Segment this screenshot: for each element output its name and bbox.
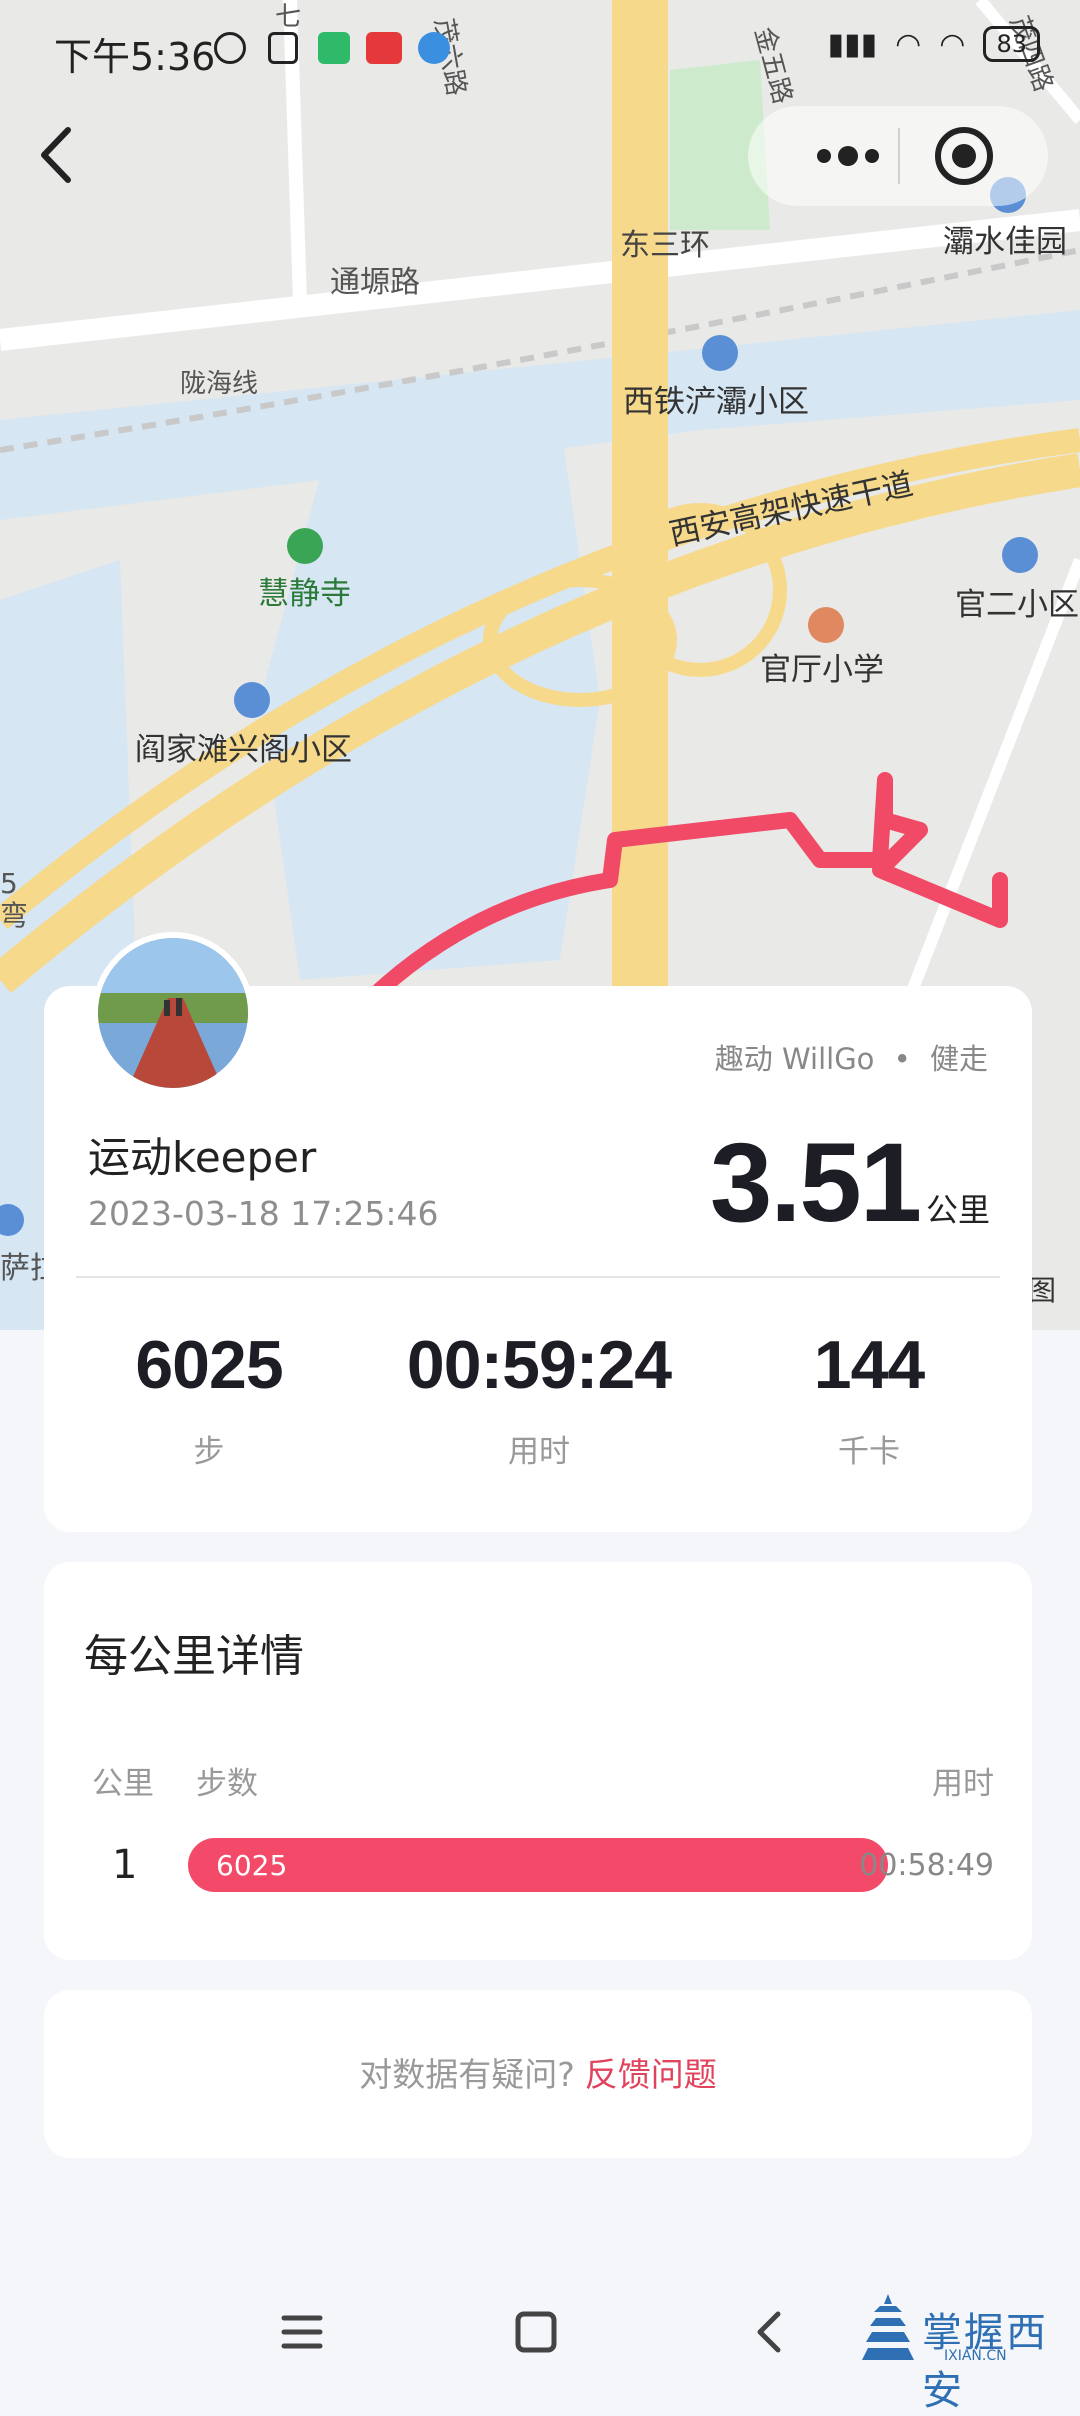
calendar-icon	[268, 32, 298, 64]
news-app-icon	[366, 32, 402, 64]
separator-dot: •	[893, 1042, 911, 1076]
stat-label: 千卡	[838, 1434, 900, 1470]
steps-bar: 6025	[188, 1838, 888, 1892]
stat-calories: 144 千卡	[704, 1326, 1034, 1471]
close-miniprogram-icon[interactable]	[930, 122, 998, 190]
distance-unit: 公里	[925, 1191, 990, 1229]
stat-label: 步	[193, 1434, 225, 1470]
workout-summary-card: 趣动 WillGo • 健走 运动keeper 2023-03-18 17:25…	[44, 932, 1034, 1532]
feedback-card: 对数据有疑问? 反馈问题	[44, 1990, 1032, 2158]
map-label: 慧静寺	[258, 576, 351, 612]
plane-app-icon	[418, 32, 450, 64]
alarm-icon	[214, 32, 246, 64]
distance: 3.51 公里	[710, 1118, 990, 1247]
stat-steps: 6025 步	[44, 1326, 374, 1471]
workout-datetime: 2023-03-18 17:25:46	[88, 1194, 439, 1233]
signal-icon: ▮▮▮	[827, 26, 878, 62]
shield-app-icon	[318, 32, 350, 64]
watermark: 掌握西安 IXIAN.CN	[860, 2290, 1060, 2414]
map-label: 灞水佳园	[943, 224, 1067, 260]
capsule-divider	[898, 128, 900, 184]
more-icon[interactable]	[778, 126, 898, 186]
menu-icon[interactable]	[272, 2302, 332, 2362]
status-bar: 下午5:36 ▮▮▮ ◠ ◠ 83	[0, 0, 1080, 100]
map-label: 西铁浐灞小区	[623, 384, 809, 420]
header-time: 用时	[932, 1766, 994, 1802]
divider	[76, 1276, 1000, 1278]
map-label: 官厅小学	[760, 652, 884, 688]
home-icon[interactable]	[506, 2302, 566, 2362]
map-label: 官二小区	[955, 587, 1079, 623]
watermark-url: IXIAN.CN	[944, 2348, 1007, 2364]
feedback-question: 对数据有疑问?	[359, 2055, 575, 2094]
distance-value: 3.51	[710, 1120, 922, 1245]
nav-back-icon[interactable]	[740, 2302, 800, 2362]
map-label: 通塬路	[330, 265, 420, 300]
feedback-link[interactable]: 反馈问题	[585, 2055, 717, 2094]
per-km-details-card: 每公里详情 公里 步数 用时 1 6025 00:58:49	[44, 1562, 1032, 1960]
back-icon[interactable]	[28, 110, 88, 200]
km-index: 1	[112, 1842, 138, 1888]
pagoda-logo-icon	[862, 2294, 914, 2360]
avatar[interactable]	[92, 932, 254, 1094]
map-label: 5	[0, 867, 18, 900]
wifi-icon: ◠	[895, 26, 922, 62]
stat-duration: 00:59:24 用时	[374, 1326, 704, 1471]
km-time: 00:58:49	[859, 1848, 994, 1883]
map-label: 东三环	[620, 228, 710, 263]
map-label: 阎家滩兴阁小区	[135, 732, 352, 768]
stat-value: 144	[813, 1327, 925, 1403]
stat-label: 用时	[508, 1434, 570, 1470]
status-time: 下午5:36	[54, 35, 216, 79]
map-label: 图	[1028, 1274, 1056, 1307]
map-label: 陇海线	[180, 369, 258, 399]
section-title: 每公里详情	[84, 1631, 304, 1682]
username: 运动keeper	[88, 1133, 317, 1182]
header-km: 公里	[92, 1766, 154, 1802]
wifi2-icon: ◠	[939, 26, 966, 62]
activity-type: 健走	[929, 1042, 988, 1076]
steps-bar-label: 6025	[216, 1849, 288, 1882]
map-label: 弯	[0, 899, 28, 932]
header-steps: 步数	[196, 1766, 258, 1802]
stat-value: 6025	[135, 1327, 283, 1403]
app-source: 趣动 WillGo	[714, 1042, 875, 1076]
miniprogram-capsule	[748, 106, 1048, 206]
battery-indicator: 83	[983, 26, 1040, 62]
stat-value: 00:59:24	[406, 1327, 672, 1403]
